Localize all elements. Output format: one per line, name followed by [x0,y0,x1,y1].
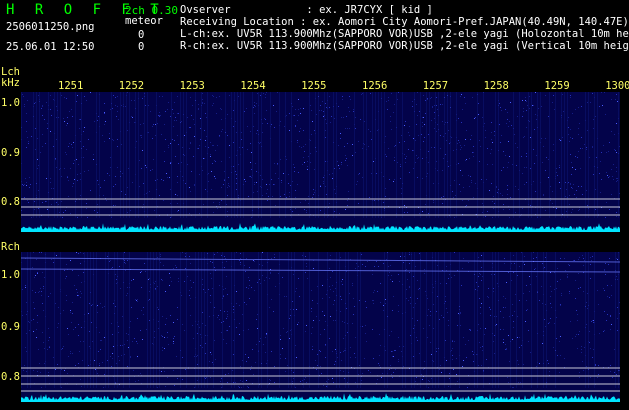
signal-level-strip [21,223,620,232]
lch-unit-label: kHz [1,77,20,89]
time-tick-1255: 1255 [301,80,327,92]
time-tick-1256: 1256 [362,80,388,92]
observer-info: Ovserver : ex. JR7CYX [ kid ] [180,4,433,16]
rch-spectrogram-svg [21,252,620,402]
time-tick-1259: 1259 [544,80,570,92]
lch-freq-label-1: 1.0 [1,97,20,109]
rch-spectrogram [21,252,620,402]
rch-freq-label-2: 0.9 [1,321,20,333]
datetime-label: 25.06.01 12:50 [6,41,95,53]
time-tick-1257: 1257 [422,80,449,92]
carrier-trace [21,268,620,273]
time-tick-1252: 1252 [118,80,145,92]
rch-freq-label-3: 0.8 [1,371,20,383]
signal-level-strip [21,393,620,402]
time-tick-1300: 1300 [605,80,629,92]
time-tick-1253: 1253 [179,80,205,92]
lch-spectrogram [21,92,620,232]
location-info: Receiving Location : ex. Aomori City Aom… [180,16,629,28]
lch-spectrogram-svg [21,92,620,232]
lch-freq-label-2: 0.9 [1,147,20,159]
rch-channel-label: Rch [1,241,20,253]
meteor-label: meteor [125,15,163,27]
filename-label: 2506011250.png [6,21,95,33]
lch-info: L-ch:ex. UV5R 113.900Mhz(SAPPORO VOR)USB… [180,28,629,40]
rch-freq-label-1: 1.0 [1,269,20,281]
time-tick-1258: 1258 [483,80,509,92]
time-tick-1251: 1251 [58,80,84,92]
meteor-count-rch: 0 [138,41,145,53]
meteor-count-lch: 0 [138,29,145,41]
lch-freq-label-3: 0.8 [1,196,20,208]
rch-info: R-ch:ex. UV5R 113.900Mhz(SAPPORO VOR)USB… [180,40,629,52]
time-tick-1254: 1254 [240,80,266,92]
